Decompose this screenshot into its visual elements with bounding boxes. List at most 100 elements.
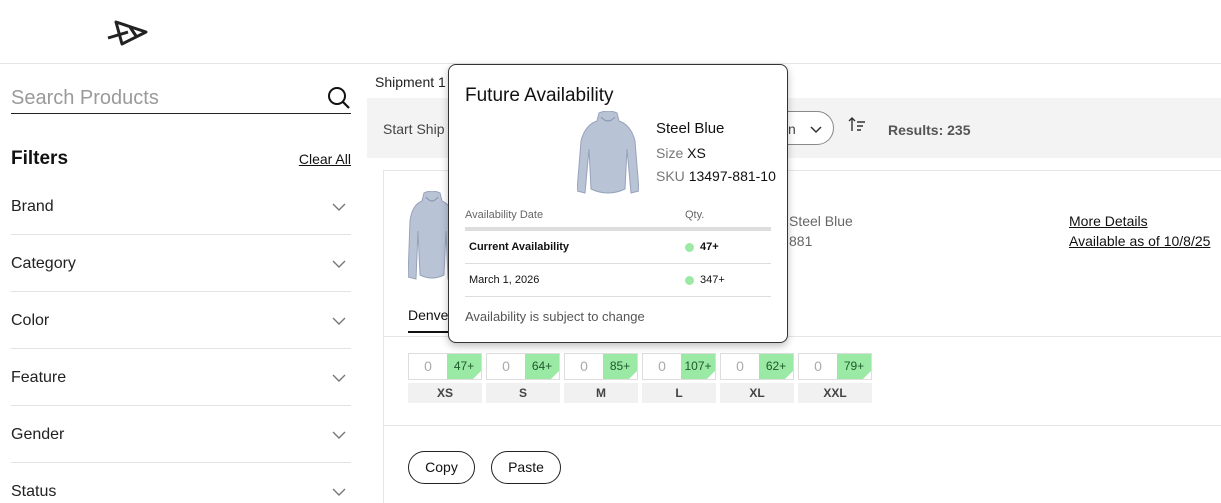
size-label: L	[642, 383, 716, 403]
search-input[interactable]	[11, 84, 311, 112]
product-sku: 881	[789, 233, 813, 249]
corner-marker	[707, 371, 715, 379]
availability-value: 79+	[843, 359, 865, 373]
corner-marker	[863, 371, 871, 379]
availability-dot-icon	[685, 242, 694, 252]
filters-heading: Filters	[11, 148, 69, 169]
filter-gender[interactable]: Gender	[11, 406, 351, 463]
quantity-input[interactable]: 0	[409, 354, 447, 379]
sort-direction-icon[interactable]	[848, 116, 866, 134]
size-grid: 0 47+ XS 0 64+ S 0 85+ M 0 107+ L 0 62+ …	[408, 353, 872, 403]
size-qty-box: 0 107+	[642, 353, 716, 380]
row-qty-value: 347+	[700, 274, 725, 286]
size-value: XS	[687, 145, 706, 161]
filter-feature[interactable]: Feature	[11, 349, 351, 406]
filter-category[interactable]: Category	[11, 235, 351, 292]
size-label: S	[486, 383, 560, 403]
future-availability-popover: Future Availability Steel Blue Size XS S…	[448, 64, 788, 343]
row-date: March 1, 2026	[469, 274, 540, 286]
quantity-input[interactable]: 0	[487, 354, 525, 379]
quantity-input[interactable]: 0	[643, 354, 681, 379]
filter-status[interactable]: Status	[11, 463, 351, 503]
more-details-link[interactable]: More Details	[1069, 213, 1148, 229]
copy-button[interactable]: Copy	[408, 451, 475, 484]
size-qty-box: 0 85+	[564, 353, 638, 380]
tab-warehouse-denver[interactable]: Denver	[408, 307, 452, 333]
availability-note: Availability is subject to change	[465, 309, 645, 324]
corner-marker	[551, 371, 559, 379]
size-label: M	[564, 383, 638, 403]
paste-button[interactable]: Paste	[491, 451, 561, 484]
availability-badge[interactable]: 62+	[759, 354, 793, 379]
row-qty: 347+	[685, 274, 725, 286]
chevron-down-icon	[332, 488, 346, 496]
sku-value: 13497-881-10	[688, 168, 776, 184]
availability-value: 64+	[531, 359, 553, 373]
size-qty-box: 0 47+	[408, 353, 482, 380]
size-label: Size	[656, 145, 684, 161]
availability-badge[interactable]: 47+	[447, 354, 481, 379]
results-count: Results: 235	[888, 122, 971, 138]
size-column-m: 0 85+ M	[564, 353, 638, 403]
availability-value: 47+	[453, 359, 475, 373]
available-as-of-link[interactable]: Available as of 10/8/25	[1069, 233, 1210, 249]
corner-marker	[785, 371, 793, 379]
col-availability-date: Availability Date	[465, 209, 544, 221]
availability-table-header: Availability Date Qty.	[465, 207, 771, 231]
availability-badge[interactable]: 107+	[681, 354, 715, 379]
size-qty-box: 0 64+	[486, 353, 560, 380]
size-column-xxl: 0 79+ XXL	[798, 353, 872, 403]
col-qty: Qty.	[685, 209, 705, 221]
brand-logo-icon[interactable]	[106, 14, 152, 50]
filter-label: Category	[11, 255, 76, 272]
row-date: Current Availability	[469, 241, 570, 253]
size-label: XS	[408, 383, 482, 403]
filter-label: Brand	[11, 198, 54, 215]
chevron-down-icon	[332, 374, 346, 382]
filter-label: Feature	[11, 369, 67, 386]
availability-badge[interactable]: 64+	[525, 354, 559, 379]
filter-sidebar: Filters Clear All Brand Category Color F…	[0, 64, 366, 503]
product-thumbnail	[577, 111, 639, 194]
search-icon[interactable]	[327, 86, 351, 110]
filter-color[interactable]: Color	[11, 292, 351, 349]
chevron-down-icon	[332, 431, 346, 439]
size-column-xl: 0 62+ XL	[720, 353, 794, 403]
sku-label: SKU	[656, 168, 685, 184]
size-label: XXL	[798, 383, 872, 403]
size-column-l: 0 107+ L	[642, 353, 716, 403]
sort-select-value: n	[788, 121, 796, 137]
filter-label: Status	[11, 483, 57, 500]
chevron-down-icon	[332, 317, 346, 325]
popover-title: Future Availability	[465, 85, 614, 106]
filter-label: Color	[11, 312, 50, 329]
availability-badge[interactable]: 79+	[837, 354, 871, 379]
availability-dot-icon	[685, 275, 694, 285]
quantity-input[interactable]: 0	[565, 354, 603, 379]
filter-brand[interactable]: Brand	[11, 178, 351, 235]
chevron-down-icon	[332, 260, 346, 268]
product-color: Steel Blue	[789, 213, 853, 229]
search-bar	[11, 84, 351, 114]
popover-sku: SKU 13497-881-10	[656, 168, 776, 184]
clear-all-link[interactable]: Clear All	[299, 151, 351, 167]
quantity-input[interactable]: 0	[721, 354, 759, 379]
chevron-down-icon	[332, 203, 346, 211]
filter-label: Gender	[11, 426, 65, 443]
corner-marker	[473, 371, 481, 379]
size-qty-box: 0 62+	[720, 353, 794, 380]
availability-value: 85+	[609, 359, 631, 373]
tab-shipment-1[interactable]: Shipment 1	[375, 74, 446, 90]
table-row: March 1, 2026 347+	[465, 264, 771, 297]
row-qty-value: 47+	[700, 241, 719, 253]
availability-badge[interactable]: 85+	[603, 354, 637, 379]
size-column-s: 0 64+ S	[486, 353, 560, 403]
divider	[384, 425, 1221, 426]
top-bar	[0, 0, 1221, 64]
quantity-input[interactable]: 0	[799, 354, 837, 379]
popover-size: Size XS	[656, 145, 706, 161]
row-qty: 47+	[685, 241, 719, 253]
table-row: Current Availability 47+	[465, 231, 771, 264]
filter-list: Brand Category Color Feature Gender Stat…	[11, 178, 351, 503]
availability-value: 62+	[765, 359, 787, 373]
